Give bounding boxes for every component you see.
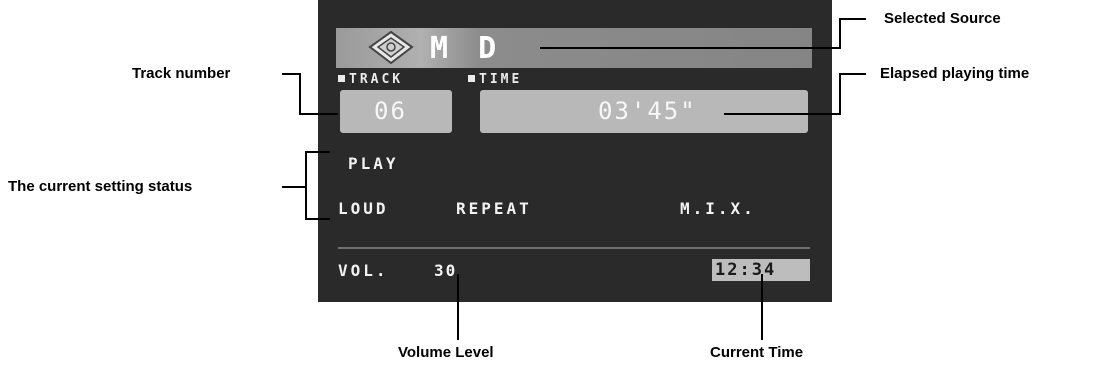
elapsed-time-line <box>724 73 866 115</box>
setting-status-callout: The current setting status <box>8 178 193 195</box>
volume-level-callout: Volume Level <box>398 344 494 361</box>
track-number-callout: Track number <box>132 65 231 82</box>
current-time-callout: Current Time <box>710 344 804 361</box>
track-number-line <box>282 73 338 115</box>
elapsed-time-callout: Elapsed playing time <box>880 65 1030 82</box>
status-bracket <box>305 151 330 220</box>
selected-source-callout: Selected Source <box>884 10 1001 27</box>
selected-source-line <box>540 18 866 49</box>
